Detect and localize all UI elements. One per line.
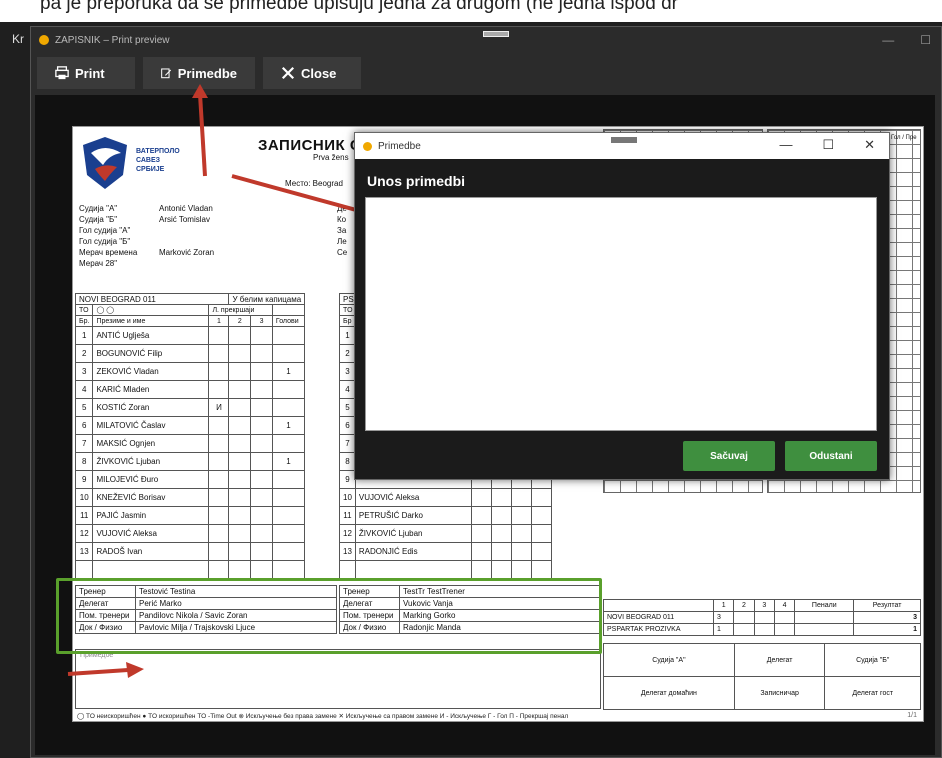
team-a-player-row: 13 RADOŠ Ivan: [74, 542, 306, 561]
team-a-player-row: 3 ZEKOVIĆ Vladan 1: [74, 362, 306, 381]
arrow-to-notes-icon: [67, 662, 144, 678]
primedbe-button-label: Primedbe: [177, 65, 237, 81]
team-a-player-row: 11 PAJIĆ Jasmin: [74, 506, 306, 525]
team-a-player-row: 10 KNEŽEVIĆ Borisav: [74, 488, 306, 507]
score-row: PSPARTAK PROZIVKA 1 1: [603, 623, 921, 636]
dialog-titlebar[interactable]: Primedbe — ☐ ✕: [355, 133, 889, 159]
team-a-player-row: 1 ANTIĆ Uglješa: [74, 326, 306, 345]
close-icon: [281, 66, 295, 80]
team-a-player-row: 2 BOGUNOVIĆ Filip: [74, 344, 306, 363]
cancel-button[interactable]: Odustani: [785, 441, 877, 471]
team-a-player-row: 8 ŽIVKOVIĆ Ljuban 1: [74, 452, 306, 471]
window-grip[interactable]: [483, 31, 509, 37]
print-preview-title: ZAPISNIK – Print preview: [55, 34, 170, 46]
save-button[interactable]: Sačuvaj: [683, 441, 775, 471]
team-a-player-row: 9 MILOJEVIĆ Đuro: [74, 470, 306, 489]
dialog-close-button[interactable]: ✕: [864, 137, 875, 153]
background-app-label: Kr: [12, 32, 24, 46]
minimize-button[interactable]: —: [882, 33, 894, 47]
dialog-heading: Unos primedbi: [367, 173, 466, 189]
team-b-player-row: 11 PETRUŠIĆ Darko: [339, 506, 552, 525]
dialog-minimize-button[interactable]: —: [779, 137, 792, 153]
dialog-app-icon: [363, 141, 372, 151]
score-row: NOVI BEOGRAD 011 3 3: [603, 611, 921, 624]
team-b-player-row: 10 VUJOVIĆ Aleksa: [339, 488, 552, 507]
signature-table: Судија "А" Делегат Судија "Б" Делегат дома…: [603, 643, 921, 710]
app-icon: [39, 35, 49, 45]
close-button-label: Close: [301, 65, 337, 81]
page-number: 1/1: [907, 712, 917, 719]
legend: ◯ TO неискоришћен ● TO искоришћен TO -Ti…: [77, 713, 569, 720]
dialog-footer: Sačuvaj Odustani: [355, 439, 889, 479]
arrow-to-primedbe-icon: [192, 84, 208, 177]
team-b-player-row: 12 ŽIVKOVIĆ Ljuban: [339, 524, 552, 543]
printer-icon: [55, 66, 69, 80]
federation-logo-icon: [83, 137, 127, 189]
print-button-label: Print: [75, 65, 105, 81]
score-table: 1 2 3 4 Пенали Резултат NOVI BEOGRAD 011 3 3 PSP…: [603, 599, 921, 636]
primedbe-dialog: Primedbe — ☐ ✕ Unos primedbi Sačuvaj Odu…: [354, 132, 890, 480]
league-name: Prva žens: [313, 153, 349, 162]
goal-column-header: Гол / Пре: [891, 135, 917, 141]
dialog-title: Primedbe: [378, 140, 421, 152]
team-a-player-row: 7 MAKSIĆ Ognjen: [74, 434, 306, 453]
instruction-text: pa je preporuka da se primedbe upisuju j…: [40, 0, 678, 14]
logo-text: ВАТЕРПОЛО САВЕЗ СРБИЈЕ: [136, 148, 180, 173]
staff-highlight-box: [56, 578, 602, 654]
dialog-grip[interactable]: [611, 137, 637, 143]
close-button[interactable]: Close: [263, 57, 361, 89]
team-b-player-row: 13 RADONJIĆ Edis: [339, 542, 552, 561]
maximize-button[interactable]: ☐: [920, 33, 931, 47]
dialog-maximize-button[interactable]: ☐: [822, 137, 834, 153]
print-button[interactable]: Print: [37, 57, 135, 89]
team-a-player-row: 5 KOSTIĆ Zoran И: [74, 398, 306, 417]
team-a-table: NOVI BEOGRAD 011 У белим капицама TO ◯ ◯ Л.…: [74, 293, 306, 579]
team-a-player-row: 4 KARIĆ Mladen: [74, 380, 306, 399]
team-a-player-row: 6 MILATOVIĆ Časlav 1: [74, 416, 306, 435]
report-title: ЗАПИСНИК С: [258, 137, 362, 154]
team-a-player-row: 12 VUJOVIĆ Aleksa: [74, 524, 306, 543]
screenshot: pa je preporuka da se primedbe upisuju j…: [0, 0, 942, 758]
edit-note-icon: [161, 68, 172, 79]
print-preview-titlebar[interactable]: ZAPISNIK – Print preview — ☐: [31, 27, 941, 53]
remarks-textarea[interactable]: [365, 197, 877, 431]
notes-box: Примедбе: [75, 649, 601, 709]
